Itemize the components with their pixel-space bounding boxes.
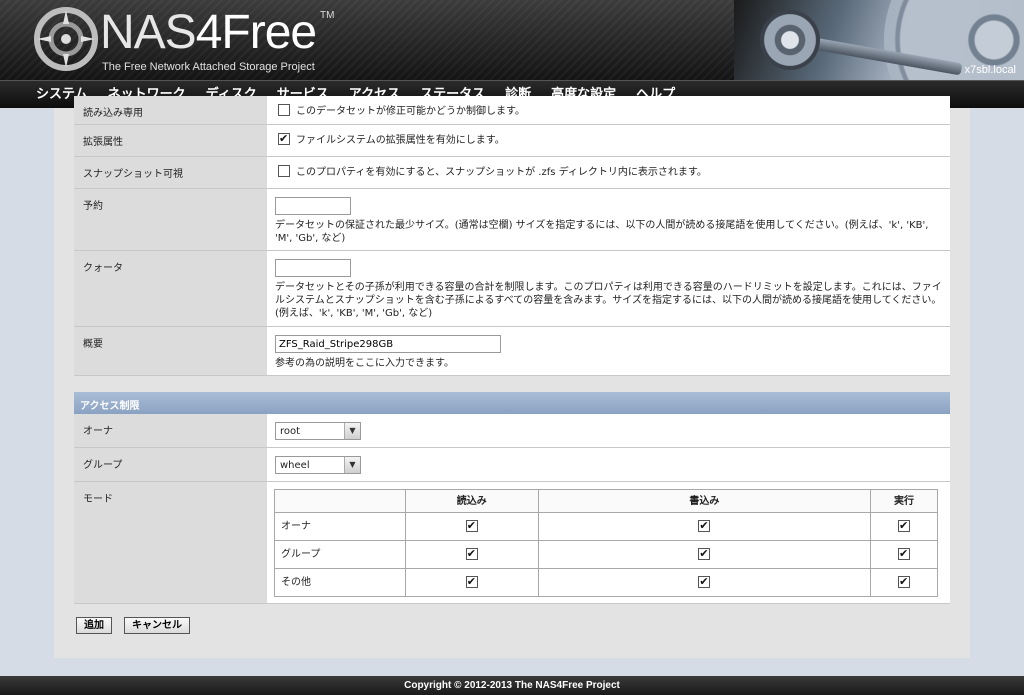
owner-write-checkbox[interactable] bbox=[698, 519, 711, 532]
readonly-text: このデータセットが修正可能かどうか制御します。 bbox=[296, 106, 525, 117]
permissions-header-blank bbox=[274, 489, 406, 513]
header-banner: NAS4Free TM The Free Network Attached St… bbox=[0, 0, 1024, 80]
footer-copyright: Copyright © 2012-2013 The NAS4Free Proje… bbox=[0, 676, 1024, 695]
xattr-checkbox[interactable] bbox=[278, 132, 290, 145]
owner-value: root ▼ bbox=[267, 414, 950, 447]
owner-exec-cell bbox=[870, 512, 938, 541]
others-write-checkbox[interactable] bbox=[698, 575, 711, 588]
description-help: 参考の為の説明をここに入力できます。 bbox=[275, 358, 454, 369]
permissions-row-label: その他 bbox=[274, 568, 406, 597]
permissions-header-read: 読込み bbox=[404, 489, 539, 513]
permissions-table: 読込み 書込み 実行 オーナ グループ その他 bbox=[274, 489, 938, 597]
logo-wordmark: NAS4Free bbox=[100, 6, 317, 59]
xattr-label: 拡張属性 bbox=[74, 125, 267, 156]
group-row: グループ wheel ▼ bbox=[74, 448, 950, 482]
group-read-cell bbox=[404, 540, 539, 569]
group-selected: wheel bbox=[280, 460, 310, 471]
owner-write-cell bbox=[537, 512, 872, 541]
reservation-value: データセットの保証された最少サイズ。(通常は空欄) サイズを指定するには、以下の… bbox=[267, 189, 950, 250]
owner-exec-checkbox[interactable] bbox=[898, 519, 911, 532]
quota-row: クォータ データセットとその子孫が利用できる容量の合計を制限します。このプロパテ… bbox=[74, 251, 950, 327]
description-value: 参考の為の説明をここに入力できます。 bbox=[267, 327, 950, 375]
reservation-label: 予約 bbox=[74, 189, 267, 250]
snapdir-value: このプロパティを有効にすると、スナップショットが .zfs ディレクトリ内に表示… bbox=[267, 157, 950, 188]
group-label: グループ bbox=[74, 448, 267, 481]
snapdir-row: スナップショット可視 このプロパティを有効にすると、スナップショットが .zfs… bbox=[74, 157, 950, 189]
readonly-value: このデータセットが修正可能かどうか制御します。 bbox=[267, 96, 950, 124]
owner-read-checkbox[interactable] bbox=[465, 519, 478, 532]
description-label: 概要 bbox=[74, 327, 267, 375]
xattr-value: ファイルシステムの拡張属性を有効にします。 bbox=[267, 125, 950, 156]
others-read-checkbox[interactable] bbox=[465, 575, 478, 588]
reservation-help: データセットの保証された最少サイズ。(通常は空欄) サイズを指定するには、以下の… bbox=[275, 220, 929, 244]
nas4free-logo-icon bbox=[34, 7, 98, 71]
snapdir-label: スナップショット可視 bbox=[74, 157, 267, 188]
mode-label: モード bbox=[74, 482, 267, 603]
owner-label: オーナ bbox=[74, 414, 267, 447]
quota-value: データセットとその子孫が利用できる容量の合計を制限します。このプロパティは利用で… bbox=[267, 251, 950, 326]
readonly-label: 読み込み専用 bbox=[74, 96, 267, 124]
others-exec-cell bbox=[870, 568, 938, 597]
permissions-row-label: グループ bbox=[274, 540, 406, 569]
reservation-input[interactable] bbox=[275, 197, 351, 215]
table-row: オーナ bbox=[274, 512, 938, 541]
group-read-checkbox[interactable] bbox=[465, 547, 478, 560]
owner-selected: root bbox=[280, 426, 301, 437]
reservation-row: 予約 データセットの保証された最少サイズ。(通常は空欄) サイズを指定するには、… bbox=[74, 189, 950, 251]
hostname-label: x7sbl.local bbox=[964, 64, 1016, 76]
disk-spindle bbox=[760, 10, 820, 70]
group-exec-cell bbox=[870, 540, 938, 569]
group-write-cell bbox=[537, 540, 872, 569]
owner-read-cell bbox=[404, 512, 539, 541]
others-read-cell bbox=[404, 568, 539, 597]
quota-input[interactable] bbox=[275, 259, 351, 277]
xattr-text: ファイルシステムの拡張属性を有効にします。 bbox=[296, 135, 505, 146]
group-exec-checkbox[interactable] bbox=[898, 547, 911, 560]
cancel-button[interactable]: キャンセル bbox=[124, 617, 190, 634]
snapdir-checkbox[interactable] bbox=[278, 165, 290, 177]
group-value: wheel ▼ bbox=[267, 448, 950, 481]
owner-row: オーナ root ▼ bbox=[74, 414, 950, 448]
quota-label: クォータ bbox=[74, 251, 267, 326]
readonly-row: 読み込み専用 このデータセットが修正可能かどうか制御します。 bbox=[74, 96, 950, 125]
permissions-row-label: オーナ bbox=[274, 512, 406, 541]
group-write-checkbox[interactable] bbox=[698, 547, 711, 560]
quota-help: データセットとその子孫が利用できる容量の合計を制限します。このプロパティは利用で… bbox=[275, 282, 942, 319]
permissions-header-exec: 実行 bbox=[870, 489, 938, 513]
group-select[interactable]: wheel ▼ bbox=[275, 456, 361, 474]
table-row: グループ bbox=[274, 540, 938, 569]
add-button[interactable]: 追加 bbox=[76, 617, 112, 634]
others-write-cell bbox=[537, 568, 872, 597]
content-panel: 読み込み専用 このデータセットが修正可能かどうか制御します。 拡張属性 ファイル… bbox=[54, 96, 970, 658]
chevron-down-icon: ▼ bbox=[344, 423, 360, 439]
mode-value: 読込み 書込み 実行 オーナ グループ その他 bbox=[267, 482, 950, 603]
description-row: 概要 参考の為の説明をここに入力できます。 bbox=[74, 327, 950, 376]
readonly-checkbox[interactable] bbox=[278, 104, 290, 116]
snapdir-text: このプロパティを有効にすると、スナップショットが .zfs ディレクトリ内に表示… bbox=[296, 167, 707, 178]
access-section-header: アクセス制限 bbox=[74, 392, 950, 414]
xattr-row: 拡張属性 ファイルシステムの拡張属性を有効にします。 bbox=[74, 125, 950, 157]
mode-row: モード 読込み 書込み 実行 オーナ グループ bbox=[74, 482, 950, 604]
owner-select[interactable]: root ▼ bbox=[275, 422, 361, 440]
table-row: その他 bbox=[274, 568, 938, 597]
description-input[interactable] bbox=[275, 335, 501, 353]
chevron-down-icon: ▼ bbox=[344, 457, 360, 473]
permissions-header-write: 書込み bbox=[537, 489, 872, 513]
tagline: The Free Network Attached Storage Projec… bbox=[102, 61, 315, 73]
trademark-mark: TM bbox=[320, 10, 335, 21]
permissions-header-row: 読込み 書込み 実行 bbox=[274, 489, 938, 513]
others-exec-checkbox[interactable] bbox=[898, 575, 911, 588]
